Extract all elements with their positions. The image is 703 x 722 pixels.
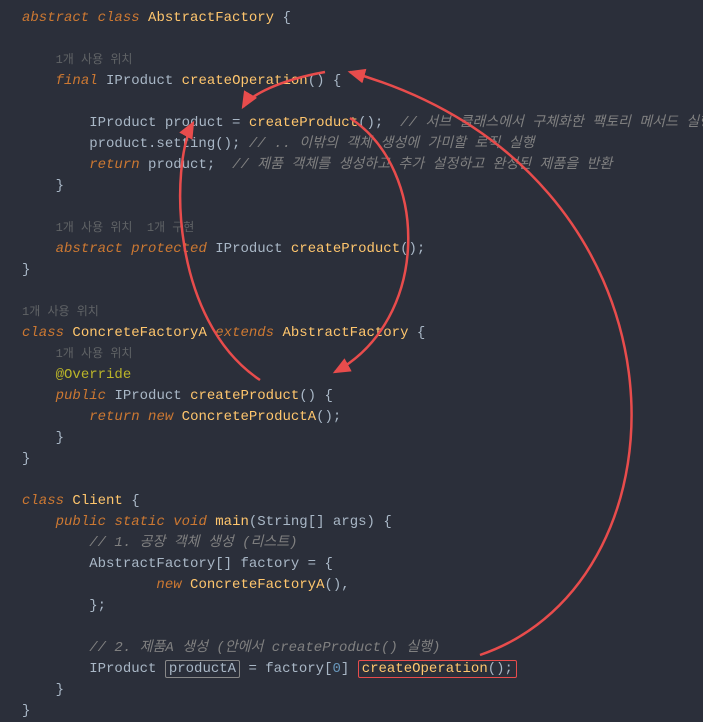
code-line: abstract class AbstractFactory { xyxy=(22,8,681,29)
code-line: } xyxy=(22,176,681,197)
code-line: AbstractFactory[] factory = { xyxy=(22,554,681,575)
code-line: } xyxy=(22,260,681,281)
highlight-box: productA xyxy=(165,660,240,678)
usage-hint: 1개 사용 위치 xyxy=(22,302,681,323)
code-line: IProduct product = createProduct(); // 서… xyxy=(22,113,681,134)
code-line: class Client { xyxy=(22,491,681,512)
code-line: public static void main(String[] args) { xyxy=(22,512,681,533)
blank-line xyxy=(22,281,681,302)
code-line: } xyxy=(22,449,681,470)
usage-hint: 1개 사용 위치 1개 구현 xyxy=(22,218,681,239)
code-line: return new ConcreteProductA(); xyxy=(22,407,681,428)
code-line: product.setting(); // .. 이밖의 객체 생성에 가미할 … xyxy=(22,134,681,155)
code-line: // 1. 공장 객체 생성 (리스트) xyxy=(22,533,681,554)
usage-hint: 1개 사용 위치 xyxy=(22,344,681,365)
blank-line xyxy=(22,197,681,218)
code-line: } xyxy=(22,680,681,701)
code-line: }; xyxy=(22,596,681,617)
code-line: public IProduct createProduct() { xyxy=(22,386,681,407)
code-line: abstract protected IProduct createProduc… xyxy=(22,239,681,260)
code-line: IProduct productA = factory[0] createOpe… xyxy=(22,659,681,680)
usage-hint: 1개 사용 위치 xyxy=(22,50,681,71)
code-line: @Override xyxy=(22,365,681,386)
code-line: class ConcreteFactoryA extends AbstractF… xyxy=(22,323,681,344)
code-block: abstract class AbstractFactory { 1개 사용 위… xyxy=(22,8,681,722)
code-line: // 2. 제품A 생성 (안에서 createProduct() 실행) xyxy=(22,638,681,659)
code-line: return product; // 제품 객체를 생성하고 추가 설정하고 완… xyxy=(22,155,681,176)
blank-line xyxy=(22,617,681,638)
code-line: } xyxy=(22,428,681,449)
code-line: new ConcreteFactoryA(), xyxy=(22,575,681,596)
blank-line xyxy=(22,92,681,113)
code-line: } xyxy=(22,701,681,722)
highlight-box-red: createOperation(); xyxy=(358,660,517,678)
blank-line xyxy=(22,470,681,491)
code-line: final IProduct createOperation() { xyxy=(22,71,681,92)
blank-line xyxy=(22,29,681,50)
